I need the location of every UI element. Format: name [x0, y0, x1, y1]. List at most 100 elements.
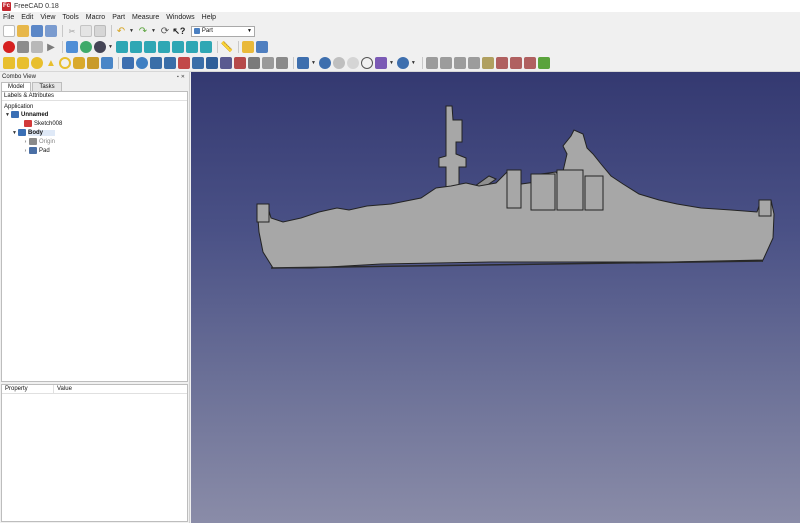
- fit-selection-icon[interactable]: [80, 41, 92, 53]
- right-view-icon[interactable]: [157, 41, 170, 53]
- tree-item-sketch008[interactable]: Sketch008: [2, 119, 187, 128]
- cross-sections-icon[interactable]: [262, 57, 274, 69]
- extrude-icon[interactable]: [122, 57, 134, 69]
- ruled-surface-icon[interactable]: [206, 57, 218, 69]
- undo-dropdown-icon[interactable]: ▼: [129, 28, 134, 34]
- rear-view-icon[interactable]: [171, 41, 184, 53]
- copy-icon[interactable]: [80, 25, 92, 37]
- primitives-icon[interactable]: [87, 57, 99, 69]
- top-view-icon[interactable]: [143, 41, 156, 53]
- tree-item-body[interactable]: ▼ Body: [2, 128, 187, 137]
- common-icon[interactable]: [360, 57, 373, 69]
- cut-icon[interactable]: ✂: [66, 25, 78, 37]
- sweep-icon[interactable]: [234, 57, 246, 69]
- fillet-icon[interactable]: [164, 57, 176, 69]
- left-view-icon[interactable]: [199, 41, 212, 53]
- menu-view[interactable]: View: [40, 14, 55, 21]
- tree-item-pad[interactable]: › Pad: [2, 146, 187, 155]
- join-dropdown-icon[interactable]: ▼: [389, 60, 394, 66]
- torus-icon[interactable]: [59, 57, 71, 69]
- 3d-viewport[interactable]: [191, 72, 800, 523]
- compound-dropdown-icon[interactable]: ▼: [311, 60, 316, 66]
- tree-header[interactable]: Labels & Attributes: [2, 92, 187, 101]
- paste-icon[interactable]: [94, 25, 106, 37]
- revolve-icon[interactable]: [136, 57, 148, 69]
- workbench-selector[interactable]: Part ▼: [190, 25, 255, 37]
- part-icon[interactable]: [241, 41, 254, 53]
- join-icon[interactable]: [374, 57, 387, 69]
- expand-arrow-icon[interactable]: ▼: [4, 112, 11, 118]
- front-view-icon[interactable]: [129, 41, 142, 53]
- new-file-icon[interactable]: [3, 25, 15, 37]
- freecad-app-icon: Fc: [2, 1, 11, 11]
- undo-icon[interactable]: ↶: [115, 25, 127, 37]
- menu-measure[interactable]: Measure: [132, 14, 159, 21]
- macros-icon[interactable]: [31, 41, 43, 53]
- loft-icon[interactable]: [220, 57, 232, 69]
- fuse-icon[interactable]: [346, 57, 359, 69]
- tree-item-origin[interactable]: › Origin: [2, 137, 187, 146]
- cube-icon[interactable]: [3, 57, 15, 69]
- menu-help[interactable]: Help: [202, 14, 216, 21]
- whats-this-icon[interactable]: ↖?: [172, 25, 185, 37]
- measure-delta-icon[interactable]: [537, 57, 550, 69]
- property-column-header[interactable]: Property: [2, 385, 54, 393]
- offset-icon[interactable]: [276, 57, 288, 69]
- menu-macro[interactable]: Macro: [86, 14, 105, 21]
- cylinder-icon[interactable]: [17, 57, 29, 69]
- tree-item-unnamed[interactable]: ▼ Unnamed: [2, 110, 187, 119]
- model-tree[interactable]: Labels & Attributes Application ▼ Unname…: [1, 91, 188, 382]
- measure-clear-icon[interactable]: [495, 57, 508, 69]
- make-face-icon[interactable]: [192, 57, 204, 69]
- record-macro-icon[interactable]: [3, 41, 15, 53]
- menu-windows[interactable]: Windows: [166, 14, 194, 21]
- sphere-icon[interactable]: [31, 57, 43, 69]
- menu-tools[interactable]: Tools: [62, 14, 78, 21]
- boolean-icon[interactable]: [318, 57, 331, 69]
- cone-icon[interactable]: ▲: [45, 57, 57, 69]
- measure-angular-icon[interactable]: [467, 57, 480, 69]
- property-view[interactable]: Property Value: [1, 384, 188, 522]
- measure-3d-icon[interactable]: [523, 57, 536, 69]
- run-macro-icon[interactable]: ▶: [45, 41, 57, 53]
- isometric-view-icon[interactable]: [115, 41, 128, 53]
- draw-style-dropdown-icon[interactable]: ▼: [108, 44, 113, 50]
- bottom-view-icon[interactable]: [185, 41, 198, 53]
- menu-edit[interactable]: Edit: [21, 14, 33, 21]
- measure-refresh-icon[interactable]: [481, 57, 494, 69]
- dock-buttons[interactable]: ▪✕: [177, 74, 187, 80]
- measure-toggle-icon[interactable]: [509, 57, 522, 69]
- expand-arrow-icon[interactable]: ›: [22, 139, 29, 145]
- menu-file[interactable]: File: [3, 14, 14, 21]
- shape-builder-icon[interactable]: [101, 57, 113, 69]
- stop-macro-icon[interactable]: [17, 41, 29, 53]
- tube-icon[interactable]: [73, 57, 85, 69]
- mirror-icon[interactable]: [150, 57, 162, 69]
- fit-all-icon[interactable]: [66, 41, 78, 53]
- defeaturing-icon[interactable]: [439, 57, 452, 69]
- check-geometry-icon[interactable]: [425, 57, 438, 69]
- redo-dropdown-icon[interactable]: ▼: [151, 28, 156, 34]
- open-file-icon[interactable]: [17, 25, 29, 37]
- menu-part[interactable]: Part: [112, 14, 125, 21]
- tree-item-label: Origin: [39, 138, 56, 145]
- chamfer-icon[interactable]: [178, 57, 190, 69]
- save-as-icon[interactable]: [45, 25, 57, 37]
- tab-tasks[interactable]: Tasks: [32, 82, 62, 91]
- tab-model[interactable]: Model: [1, 82, 32, 91]
- group-icon[interactable]: [255, 41, 268, 53]
- section-icon[interactable]: [248, 57, 260, 69]
- redo-icon[interactable]: ↷: [137, 25, 149, 37]
- refresh-icon[interactable]: ⟳: [159, 25, 171, 37]
- split-icon[interactable]: [396, 57, 409, 69]
- cut-tool-icon[interactable]: [332, 57, 345, 69]
- measure-linear-icon[interactable]: [453, 57, 466, 69]
- draw-style-icon[interactable]: [94, 41, 106, 53]
- measure-icon[interactable]: 📏: [221, 41, 233, 53]
- compound-icon[interactable]: [297, 57, 309, 69]
- value-column-header[interactable]: Value: [54, 385, 72, 393]
- split-dropdown-icon[interactable]: ▼: [411, 60, 416, 66]
- expand-arrow-icon[interactable]: ▼: [11, 130, 18, 136]
- save-icon[interactable]: [31, 25, 43, 37]
- expand-arrow-icon[interactable]: ›: [22, 148, 29, 154]
